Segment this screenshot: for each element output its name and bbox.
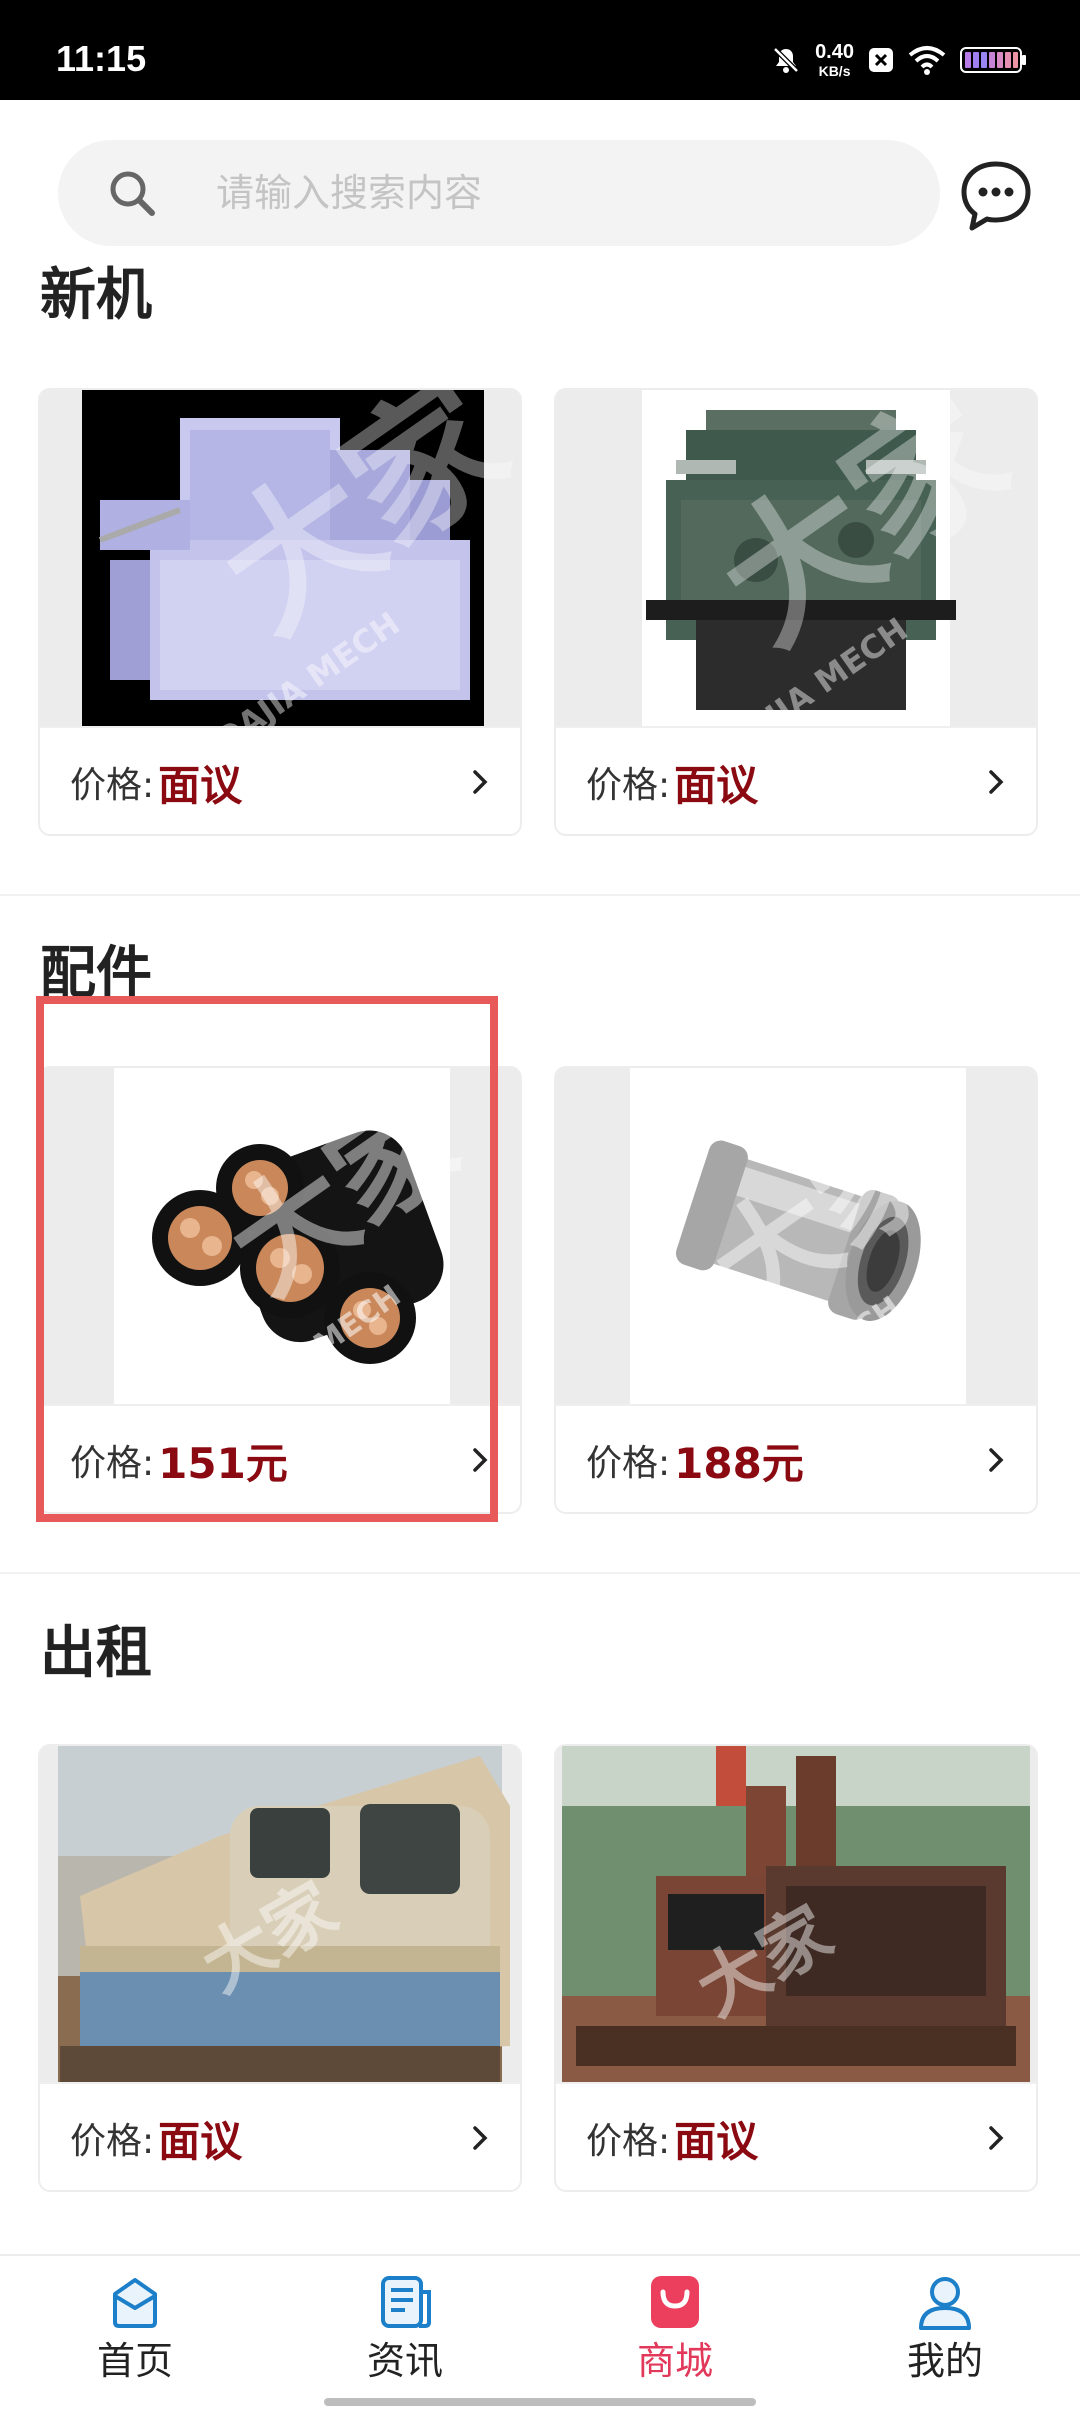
- home-indicator[interactable]: [324, 2398, 756, 2406]
- price-value: 面议: [674, 2116, 759, 2166]
- product-card-rental-2[interactable]: 大家 价格: 面议: [554, 1744, 1038, 2192]
- section-divider: [0, 894, 1080, 896]
- price-label: 价格:: [586, 2121, 671, 2162]
- search-input[interactable]: [214, 170, 838, 216]
- section-title-parts: 配件: [40, 941, 152, 1006]
- product-image[interactable]: 大家 DAJIA MECH: [556, 1068, 1036, 1404]
- network-speed: 0.40 KB/s: [815, 42, 854, 78]
- product-image[interactable]: 大家 DAJIA MECH: [40, 390, 520, 726]
- mute-bell-icon: [773, 47, 799, 73]
- nav-item-news[interactable]: 资讯: [270, 2256, 540, 2406]
- status-icons: 0.40 KB/s: [771, 40, 1028, 80]
- product-image[interactable]: 大家: [556, 1746, 1036, 2082]
- price-value: 面议: [158, 2116, 243, 2166]
- home-icon: [113, 2278, 157, 2328]
- nav-item-home[interactable]: 首页: [0, 2256, 270, 2406]
- diesel-generator-image: 大家: [556, 1746, 1036, 2082]
- price-value: 面议: [674, 760, 759, 810]
- status-time: 11:15: [56, 38, 147, 79]
- news-icon: [381, 2276, 431, 2328]
- nav-label-news: 资讯: [366, 2339, 443, 2383]
- chevron-right-icon: [989, 1448, 1004, 1472]
- card-footer[interactable]: 价格: 面议: [556, 2082, 1036, 2190]
- network-speed-unit: KB/s: [818, 63, 851, 79]
- price-label: 价格:: [70, 2121, 155, 2162]
- nav-item-shop[interactable]: 商城: [540, 2256, 810, 2406]
- chevron-right-icon: [989, 2126, 1004, 2150]
- card-footer[interactable]: 价格: 面议: [40, 726, 520, 834]
- chevron-right-icon: [989, 770, 1004, 794]
- section-title-new: 新机: [40, 263, 152, 328]
- section-title-rental: 出租: [40, 1621, 152, 1686]
- nav-item-mine[interactable]: 我的: [810, 2256, 1080, 2406]
- price-label: 价格:: [70, 765, 155, 806]
- chevron-right-icon: [473, 2126, 488, 2150]
- power-cable-bundle-image: 大家 DAJIA MECH: [40, 1068, 520, 1404]
- turbine-equipment-image: 大家 DAJIA MECH: [40, 390, 520, 726]
- steel-check-valve-image: 大家 DAJIA MECH: [556, 1068, 1036, 1404]
- chevron-right-icon: [473, 1448, 488, 1472]
- green-gearbox-machine-image: 大家 DAJIA MECH: [556, 390, 1036, 726]
- close-box-icon: [869, 48, 893, 72]
- section-divider: [0, 1572, 1080, 1574]
- product-card-parts-1[interactable]: 大家 DAJIA MECH 价格: 151元: [38, 1066, 522, 1514]
- price-label: 价格:: [70, 1443, 155, 1484]
- network-speed-value: 0.40: [815, 41, 854, 63]
- search-bar[interactable]: [58, 140, 940, 246]
- price-value: 188元: [674, 1438, 804, 1488]
- shop-bag-icon: [651, 2276, 699, 2328]
- nav-label-mine: 我的: [906, 2339, 983, 2383]
- price-label: 价格:: [586, 765, 671, 806]
- card-footer[interactable]: 价格: 188元: [556, 1404, 1036, 1512]
- card-footer[interactable]: 价格: 面议: [40, 2082, 520, 2190]
- mining-locomotive-image: 大家: [40, 1746, 520, 2082]
- battery-icon: [960, 47, 1026, 73]
- price-value: 面议: [158, 760, 243, 810]
- user-icon: [919, 2277, 971, 2330]
- bottom-nav: 首页 资讯 商城 我的: [0, 2254, 1080, 2410]
- product-image[interactable]: 大家 DAJIA MECH: [556, 390, 1036, 726]
- price-value: 151元: [158, 1438, 288, 1488]
- product-card-parts-2[interactable]: 大家 DAJIA MECH 价格: 188元: [554, 1066, 1038, 1514]
- product-card-new-1[interactable]: 大家 DAJIA MECH 价格: 面议: [38, 388, 522, 836]
- nav-label-shop: 商城: [636, 2339, 713, 2383]
- product-image[interactable]: 大家: [40, 1746, 520, 2082]
- chat-bubble-icon[interactable]: [958, 158, 1034, 234]
- wifi-icon: [908, 46, 946, 75]
- card-footer[interactable]: 价格: 面议: [556, 726, 1036, 834]
- nav-label-home: 首页: [96, 2339, 173, 2383]
- product-card-rental-1[interactable]: 大家 价格: 面议: [38, 1744, 522, 2192]
- product-card-new-2[interactable]: 大家 DAJIA MECH 价格: 面议: [554, 388, 1038, 836]
- chevron-right-icon: [473, 770, 488, 794]
- status-bar: 11:15 0.40 KB/s: [0, 0, 1080, 100]
- product-image[interactable]: 大家 DAJIA MECH: [40, 1068, 520, 1404]
- card-footer[interactable]: 价格: 151元: [40, 1404, 520, 1512]
- search-icon: [110, 171, 155, 216]
- price-label: 价格:: [586, 1443, 671, 1484]
